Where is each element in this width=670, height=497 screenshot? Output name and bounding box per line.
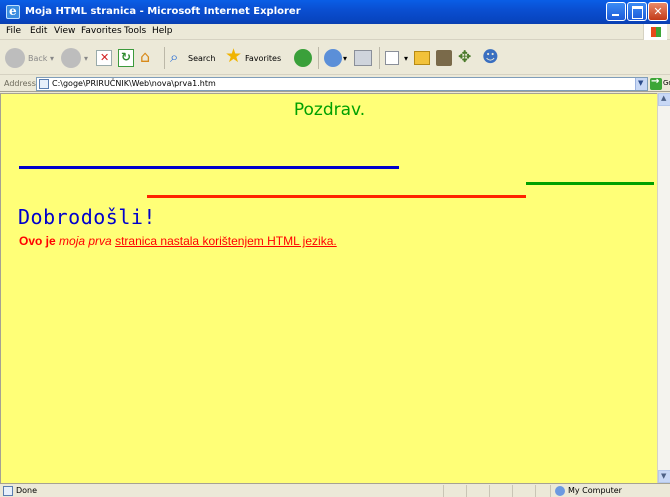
back-dropdown-icon[interactable]: ▾	[50, 54, 54, 63]
status-page-icon	[3, 486, 13, 496]
address-input[interactable]: C:\goge\PRIRUČNIK\Web\nova\prva1.htm	[36, 77, 648, 91]
sentence-bold: Ovo je	[19, 234, 56, 248]
address-url[interactable]: C:\goge\PRIRUČNIK\Web\nova\prva1.htm	[52, 79, 216, 88]
status-bar: Done My Computer	[0, 483, 670, 497]
maximize-button[interactable]	[627, 2, 647, 21]
browser-window: Moja HTML stranica - Microsoft Internet …	[0, 0, 670, 497]
status-zone: My Computer	[568, 486, 622, 495]
refresh-icon[interactable]: ↻	[118, 49, 134, 67]
search-label[interactable]: Search	[188, 54, 215, 63]
intro-sentence: Ovo je moja prva stranica nastala korišt…	[19, 234, 337, 248]
window-title: Moja HTML stranica - Microsoft Internet …	[25, 6, 301, 17]
welcome-text: Dobrodošli!	[18, 205, 156, 229]
status-cell	[489, 485, 490, 497]
computer-icon	[555, 486, 565, 496]
status-cell	[466, 485, 467, 497]
menu-tools[interactable]: Tools	[124, 26, 146, 36]
vertical-scrollbar[interactable]	[657, 93, 670, 483]
page-heading: Pozdrav.	[293, 100, 366, 120]
page-icon	[39, 79, 49, 89]
favorites-label[interactable]: Favorites	[245, 54, 281, 63]
status-text: Done	[16, 486, 38, 495]
forward-arrow-icon[interactable]	[61, 48, 81, 68]
toolbar: Back ▾ ▾ ✕ ↻ ⌂ ⌕ Search ★ Favorites ▾ ▾ …	[0, 41, 670, 75]
green-rule	[526, 182, 654, 185]
menu-help[interactable]: Help	[152, 26, 173, 36]
sentence-italic: moja prva	[59, 234, 112, 248]
toolbar-separator	[379, 47, 380, 69]
close-button[interactable]: ✕	[648, 2, 668, 21]
menu-bar: File Edit View Favorites Tools Help	[0, 24, 670, 40]
favorites-star-icon[interactable]: ★	[225, 45, 245, 68]
status-cell	[443, 485, 444, 497]
address-bar: Address C:\goge\PRIRUČNIK\Web\nova\prva1…	[0, 76, 670, 92]
address-label: Address	[4, 79, 36, 88]
address-dropdown-icon[interactable]	[635, 78, 647, 90]
windows-logo-icon	[643, 24, 667, 40]
menu-edit[interactable]: Edit	[30, 26, 47, 36]
edit-dropdown-icon[interactable]: ▾	[404, 54, 408, 63]
go-arrow-icon[interactable]	[650, 76, 662, 90]
folder-icon[interactable]	[414, 51, 430, 65]
menu-file[interactable]: File	[6, 26, 21, 36]
maximize-icon	[628, 3, 646, 20]
scroll-up-icon[interactable]	[658, 93, 670, 106]
home-icon[interactable]: ⌂	[140, 47, 158, 67]
edit-icon[interactable]	[385, 51, 399, 65]
mail-icon[interactable]	[324, 49, 342, 67]
go-label[interactable]: Go	[663, 79, 670, 87]
stop-icon[interactable]: ✕	[96, 50, 112, 66]
back-arrow-icon[interactable]	[5, 48, 25, 68]
close-icon: ✕	[653, 5, 663, 18]
blue-rule	[19, 166, 399, 169]
menu-favorites[interactable]: Favorites	[81, 26, 122, 36]
toolbar-separator	[164, 47, 165, 69]
mail-dropdown-icon[interactable]: ▾	[343, 54, 347, 63]
red-rule	[147, 195, 526, 198]
scroll-down-icon[interactable]	[658, 470, 670, 483]
back-label[interactable]: Back	[28, 54, 47, 63]
messenger-icon[interactable]: ✥	[458, 47, 476, 67]
minimize-icon	[607, 3, 625, 20]
status-cell	[535, 485, 536, 497]
history-icon[interactable]	[294, 49, 312, 67]
status-cell	[512, 485, 513, 497]
ie-icon	[6, 4, 20, 19]
page-content: Pozdrav. Dobrodošli! Ovo je moja prva st…	[0, 93, 657, 483]
search-icon[interactable]: ⌕	[170, 48, 188, 67]
menu-view[interactable]: View	[54, 26, 75, 36]
people-icon[interactable]: ☻	[482, 47, 500, 67]
print-icon[interactable]	[354, 50, 372, 66]
forward-dropdown-icon[interactable]: ▾	[84, 54, 88, 63]
research-icon[interactable]	[436, 50, 452, 66]
minimize-button[interactable]	[606, 2, 626, 21]
status-cell	[550, 485, 551, 497]
sentence-underline: stranica nastala korištenjem HTML jezika…	[115, 234, 337, 248]
toolbar-separator	[318, 47, 319, 69]
title-bar: Moja HTML stranica - Microsoft Internet …	[0, 0, 670, 24]
